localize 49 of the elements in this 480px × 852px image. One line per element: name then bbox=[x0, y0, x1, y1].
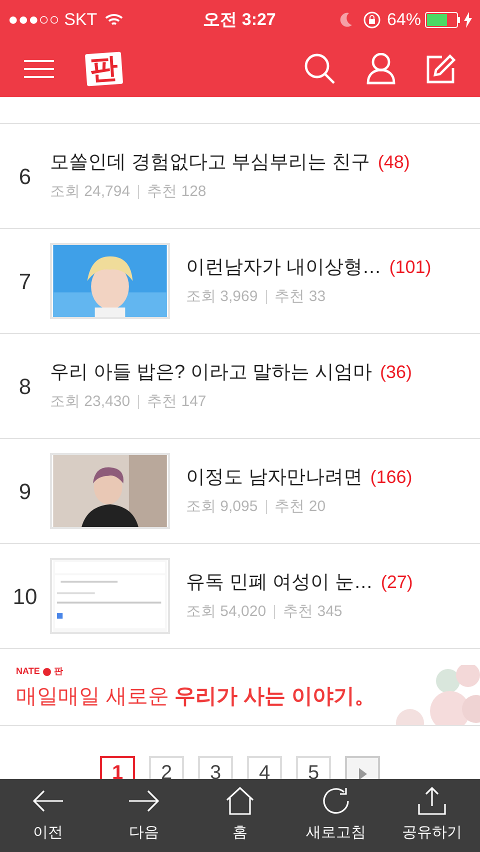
recommend-count: 추천 33 bbox=[274, 287, 326, 307]
rank-number: 7 bbox=[18, 268, 32, 296]
charging-icon bbox=[464, 12, 472, 28]
clock-label: 오전 3:27 bbox=[203, 9, 276, 32]
menu-button[interactable] bbox=[24, 58, 54, 80]
toolbar-button[interactable]: 새로고침 bbox=[288, 786, 384, 845]
brand-sub-label: 판 bbox=[54, 665, 63, 678]
recommend-count: 추천 345 bbox=[283, 602, 342, 622]
battery-icon bbox=[425, 12, 461, 28]
person-icon[interactable] bbox=[366, 52, 396, 84]
view-count: 조회 54,020 bbox=[186, 602, 266, 622]
comment-count: (101) bbox=[389, 256, 432, 279]
recommend-count: 추천 147 bbox=[147, 392, 206, 412]
view-count: 조회 23,430 bbox=[50, 392, 130, 412]
battery-percent: 64% bbox=[386, 9, 421, 32]
carrier-label: ●●●○○ SKT bbox=[8, 9, 98, 32]
banner-slogan: 매일매일 새로운 우리가 사는 이야기。 bbox=[16, 684, 376, 710]
post-title[interactable]: 이런남자가 내이상형… bbox=[186, 254, 382, 282]
logo[interactable]: 판 bbox=[84, 51, 124, 86]
comment-count: (27) bbox=[380, 570, 413, 594]
share-icon bbox=[415, 786, 449, 816]
view-count: 조회 24,794 bbox=[50, 182, 130, 202]
toolbar-button[interactable]: 홈 bbox=[192, 786, 288, 845]
triangle-icon bbox=[358, 768, 366, 779]
search-icon[interactable] bbox=[304, 52, 336, 84]
rank-number: 8 bbox=[18, 372, 32, 400]
post-title[interactable]: 우리 아들 밥은? 이라고 말하는 시엄마 bbox=[50, 358, 372, 387]
promo-banner[interactable]: NATE 판 매일매일 새로운 우리가 사는 이야기。 bbox=[0, 649, 480, 726]
recommend-count: 추천 20 bbox=[274, 497, 326, 517]
edit-icon[interactable] bbox=[426, 54, 456, 84]
moon-icon bbox=[338, 12, 353, 28]
brand-label: NATE bbox=[16, 665, 40, 678]
toolbar-button[interactable]: 다음 bbox=[96, 786, 192, 845]
post-title[interactable]: 이정도 남자만나려면 bbox=[186, 464, 362, 492]
comment-count: (36) bbox=[380, 360, 412, 384]
post-title[interactable]: 유독 민폐 여성이 눈… bbox=[186, 568, 373, 597]
toolbar-button[interactable]: 이전 bbox=[0, 786, 96, 845]
rotation-lock-icon bbox=[362, 11, 381, 29]
rank-number: 10 bbox=[12, 582, 38, 610]
rank-number: 9 bbox=[18, 478, 32, 506]
recommend-count: 추천 128 bbox=[147, 182, 206, 202]
comment-count: (166) bbox=[370, 466, 412, 489]
post-title[interactable]: 모쏠인데 경험없다고 부심부리는 친구 bbox=[50, 148, 370, 177]
view-count: 조회 9,095 bbox=[186, 497, 258, 517]
wifi-icon bbox=[105, 13, 124, 27]
view-count: 조회 3,969 bbox=[186, 287, 258, 307]
rank-number: 6 bbox=[18, 162, 32, 190]
toolbar-button[interactable]: 공유하기 bbox=[384, 786, 480, 845]
comment-count: (48) bbox=[378, 150, 410, 174]
